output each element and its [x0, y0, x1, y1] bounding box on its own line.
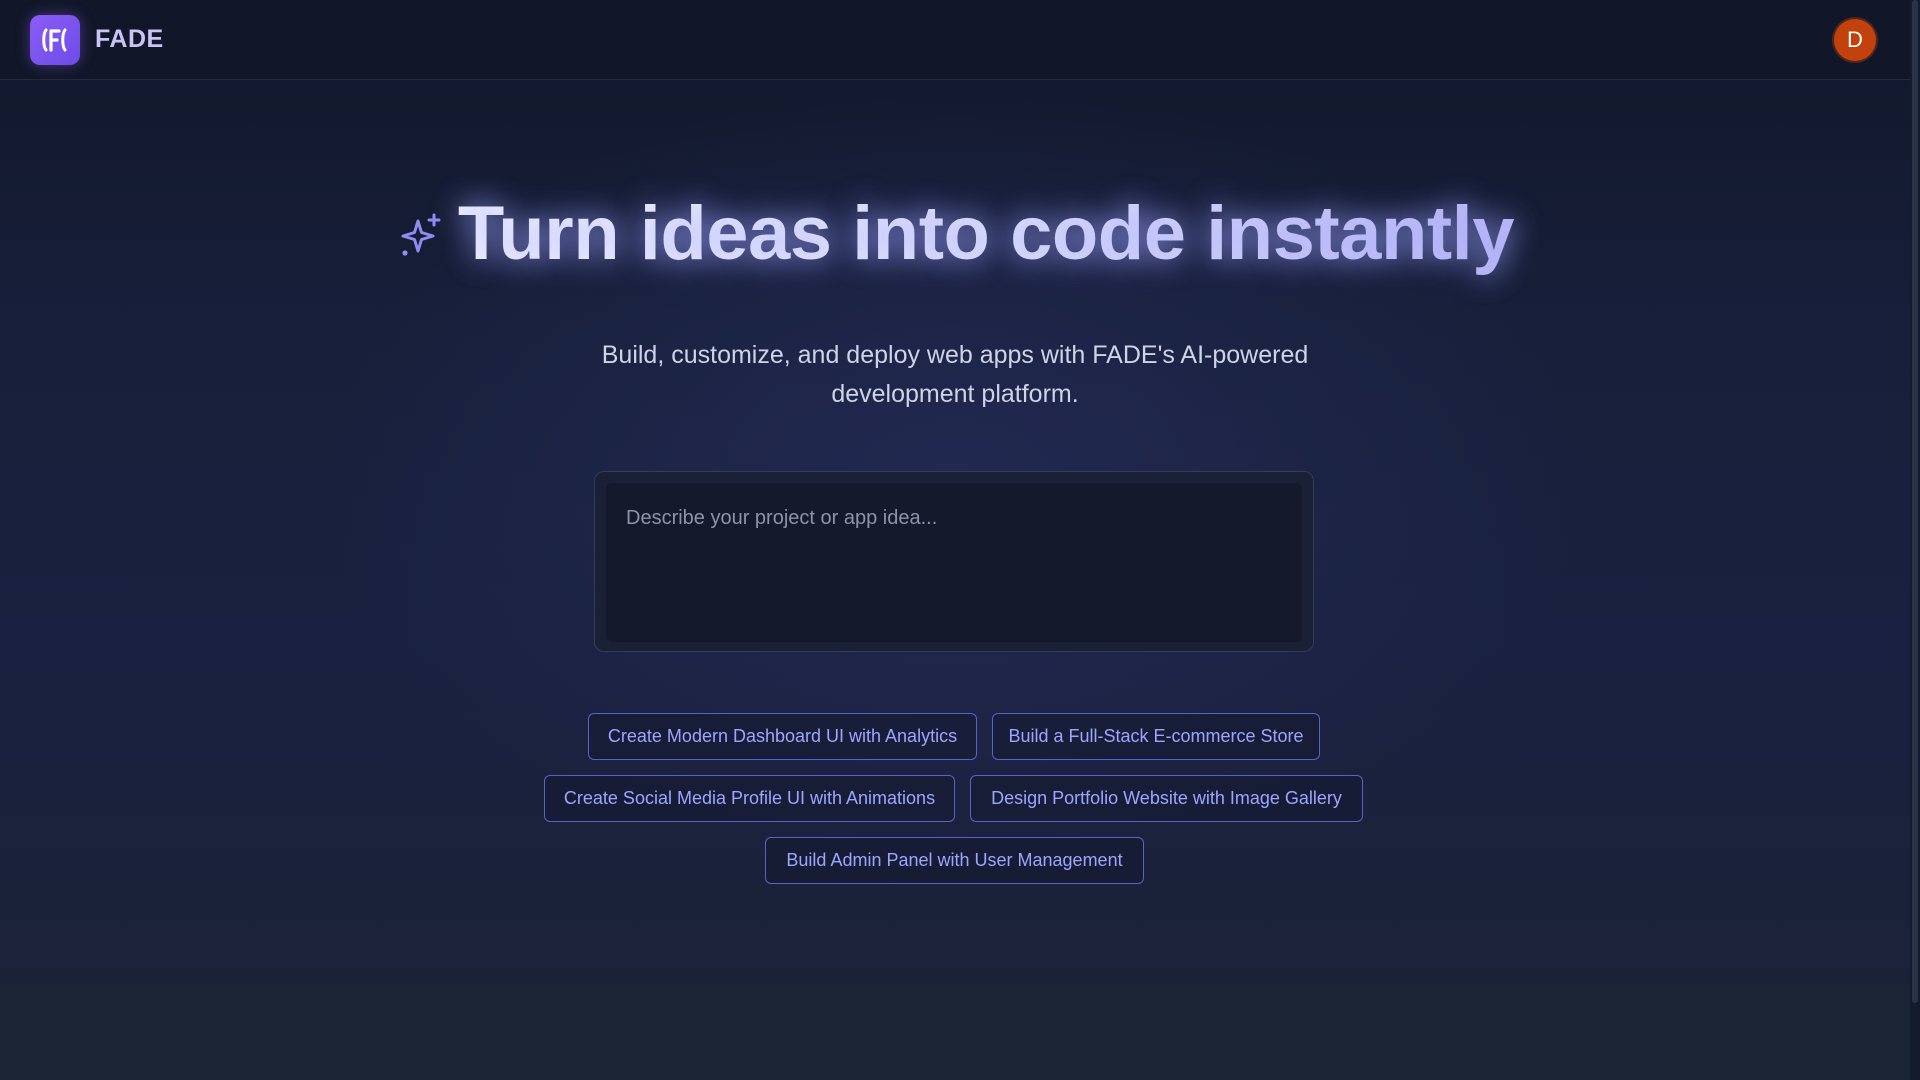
- page-title: Turn ideas into code instantly: [457, 191, 1515, 276]
- suggestion-dashboard-button[interactable]: Create Modern Dashboard UI with Analytic…: [588, 713, 977, 760]
- suggestion-social-profile-button[interactable]: Create Social Media Profile UI with Anim…: [544, 775, 955, 822]
- prompt-container: [594, 471, 1314, 652]
- suggestion-portfolio-button[interactable]: Design Portfolio Website with Image Gall…: [970, 775, 1363, 822]
- brand-name[interactable]: FADE: [95, 25, 164, 54]
- page: FADE D Turn ideas into code instantly Bu…: [0, 0, 1910, 1080]
- fade-logo-icon[interactable]: [30, 15, 80, 65]
- scrollbar-thumb[interactable]: [1912, 0, 1918, 1003]
- logo-glyph: [42, 28, 67, 52]
- page-scrollbar[interactable]: [1910, 0, 1920, 1080]
- suggestion-admin-panel-button[interactable]: Build Admin Panel with User Management: [765, 837, 1144, 884]
- suggestion-ecommerce-button[interactable]: Build a Full-Stack E-commerce Store: [992, 713, 1320, 760]
- project-idea-input[interactable]: [606, 483, 1302, 642]
- sparkle-icon: [401, 213, 441, 256]
- hero-subtitle: Build, customize, and deploy web apps wi…: [601, 341, 1309, 408]
- top-bar: FADE D: [0, 0, 1910, 80]
- hero-heading: Turn ideas into code instantly: [0, 190, 1910, 277]
- user-avatar[interactable]: D: [1834, 19, 1876, 61]
- footer-band: [0, 983, 1910, 1080]
